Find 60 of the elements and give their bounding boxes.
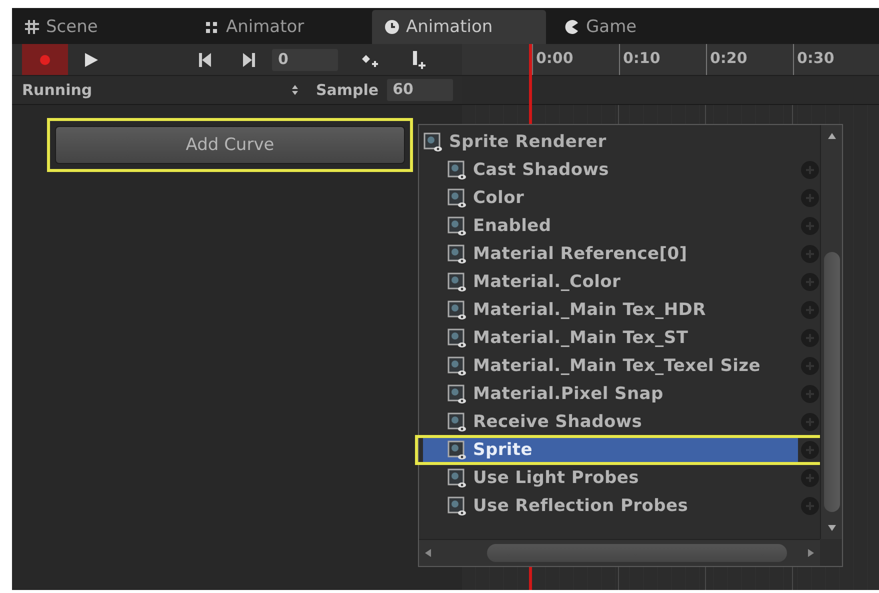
pacman-icon: [564, 19, 580, 35]
component-header[interactable]: Sprite Renderer: [423, 128, 820, 156]
property-item[interactable]: Enabled: [447, 213, 798, 239]
property-item[interactable]: Material Reference[0]: [447, 241, 798, 267]
property-item[interactable]: Use Light Probes: [447, 465, 798, 491]
property-item[interactable]: Cast Shadows: [447, 157, 798, 183]
sample-label: Sample: [316, 81, 379, 99]
add-curve-button[interactable]: Add Curve: [55, 126, 405, 164]
time-label: 0:20: [710, 49, 748, 67]
frame-field[interactable]: 0: [272, 48, 338, 70]
property-item[interactable]: Use Reflection Probes: [447, 493, 798, 519]
sprite-renderer-icon: [447, 384, 467, 404]
scroll-right-icon[interactable]: [808, 549, 814, 557]
add-event-icon[interactable]: [410, 50, 428, 70]
time-label: 0:30: [797, 49, 834, 67]
scroll-thumb[interactable]: [824, 252, 840, 512]
scroll-thumb[interactable]: [487, 544, 787, 562]
property-item[interactable]: Receive Shadows: [447, 409, 798, 435]
tab[interactable]: Scene: [12, 10, 192, 44]
tab[interactable]: Game: [552, 10, 732, 44]
property-item[interactable]: Material.Pixel Snap: [447, 381, 798, 407]
property-item[interactable]: Material._Main Tex_ST: [447, 325, 798, 351]
scroll-left-icon[interactable]: [425, 549, 431, 557]
record-icon: [39, 54, 51, 66]
sprite-renderer-icon: [447, 160, 467, 180]
record-button[interactable]: [22, 44, 68, 75]
sample-field[interactable]: 60: [386, 79, 453, 101]
sprite-renderer-icon: [447, 468, 467, 488]
sprite-renderer-icon: [447, 244, 467, 264]
clip-dropdown[interactable]: Running: [22, 81, 302, 99]
time-label: 0:00: [536, 49, 574, 67]
updown-icon: [292, 84, 298, 96]
sprite-renderer-icon: [423, 132, 443, 152]
sprite-renderer-icon: [447, 300, 467, 320]
property-item[interactable]: Sprite: [423, 437, 798, 463]
grid-icon: [24, 19, 40, 35]
scroll-down-icon[interactable]: [828, 525, 836, 531]
time-label: 0:10: [623, 49, 660, 67]
tab[interactable]: Animator: [192, 10, 372, 44]
sprite-renderer-icon: [447, 412, 467, 432]
sprite-renderer-icon: [447, 440, 467, 460]
horizontal-scrollbar[interactable]: [419, 539, 820, 566]
nodes-icon: [204, 19, 220, 35]
sprite-renderer-icon: [447, 272, 467, 292]
play-icon[interactable]: [82, 50, 100, 68]
sprite-renderer-icon: [447, 328, 467, 348]
sprite-renderer-icon: [447, 188, 467, 208]
property-item[interactable]: Material._Color: [447, 269, 798, 295]
property-item[interactable]: Material._Main Tex_HDR: [447, 297, 798, 323]
vertical-scrollbar[interactable]: [820, 125, 842, 539]
property-item[interactable]: Color: [447, 185, 798, 211]
tab[interactable]: Animation: [372, 10, 546, 44]
previous-key-icon[interactable]: [198, 52, 212, 68]
scroll-up-icon[interactable]: [828, 133, 836, 139]
sprite-renderer-icon: [447, 496, 467, 516]
sprite-renderer-icon: [447, 216, 467, 236]
clock-icon: [384, 19, 400, 35]
sprite-renderer-icon: [447, 356, 467, 376]
next-key-icon[interactable]: [242, 52, 256, 68]
property-item[interactable]: Material._Main Tex_Texel Size: [447, 353, 798, 379]
